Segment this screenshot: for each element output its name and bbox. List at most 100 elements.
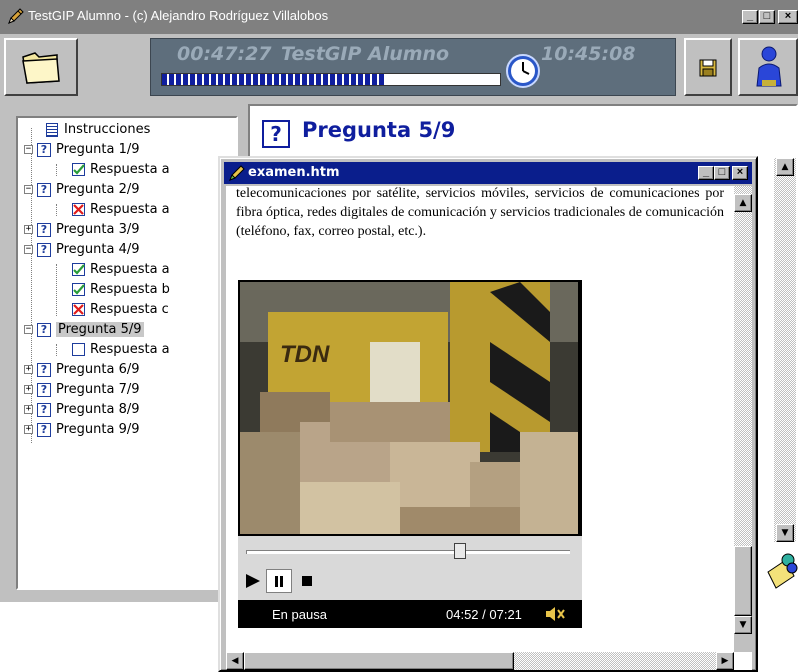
minimize-button[interactable]: _	[742, 10, 758, 24]
tree-item-question[interactable]: −? Pregunta 4/9	[24, 240, 140, 259]
tree-item-label: Pregunta 9/9	[56, 422, 140, 437]
save-button[interactable]	[684, 38, 732, 96]
toolbar: 00:47:27 TestGIP Alumno 10:45:08	[0, 34, 798, 100]
elapsed-time: 00:47:27	[177, 43, 272, 65]
popup-scroll-up-button[interactable]: ▲	[734, 194, 752, 212]
popup-vertical-scrollbar[interactable]: ▲ ▼	[734, 186, 752, 652]
tree-item-answer[interactable]: Respuesta a	[72, 160, 170, 179]
popup-title-bar[interactable]: examen.htm _ □ ×	[224, 162, 752, 184]
tree-item-question[interactable]: +? Pregunta 9/9	[24, 420, 140, 439]
tree-item-question[interactable]: +? Pregunta 7/9	[24, 380, 140, 399]
cross-icon	[72, 203, 85, 216]
tree-item-question[interactable]: +? Pregunta 8/9	[24, 400, 140, 419]
popup-scroll-right-button[interactable]: ▶	[716, 652, 734, 670]
title-bar: TestGIP Alumno - (c) Alejandro Rodríguez…	[0, 0, 798, 34]
collapse-icon[interactable]: −	[24, 145, 33, 154]
tree-item-instructions[interactable]: Instrucciones	[46, 120, 150, 139]
tree-item-label: Pregunta 3/9	[56, 222, 140, 237]
tree-item-question[interactable]: −? Pregunta 1/9	[24, 140, 140, 159]
popup-horizontal-scrollbar[interactable]: ◀ ▶	[226, 652, 734, 670]
expand-icon[interactable]: +	[24, 425, 33, 434]
maximize-button[interactable]: □	[759, 10, 775, 24]
tree-item-answer[interactable]: Respuesta a	[72, 340, 170, 359]
question-mark-icon: ?	[37, 362, 51, 377]
scroll-corner	[734, 634, 752, 652]
tree-item-question[interactable]: +? Pregunta 3/9	[24, 220, 140, 239]
tree-item-label: Respuesta a	[90, 342, 170, 357]
tree-item-answer[interactable]: Respuesta a	[72, 200, 170, 219]
tree-item-label: Pregunta 8/9	[56, 402, 140, 417]
expand-icon[interactable]: +	[24, 365, 33, 374]
tree-item-label: Pregunta 4/9	[56, 242, 140, 257]
tree-item-label: Pregunta 7/9	[56, 382, 140, 397]
pause-button[interactable]	[266, 569, 292, 593]
tree-item-label: Pregunta 6/9	[56, 362, 140, 377]
user-button[interactable]	[738, 38, 798, 96]
collapse-icon[interactable]: −	[24, 185, 33, 194]
collapse-icon[interactable]: −	[24, 245, 33, 254]
tree-item-answer[interactable]: Respuesta b	[72, 280, 170, 299]
collapse-icon[interactable]: −	[24, 325, 33, 334]
tree-item-answer[interactable]: Respuesta c	[72, 300, 169, 319]
tree-item-question[interactable]: −? Pregunta 5/9	[24, 320, 144, 339]
cross-icon	[72, 303, 85, 316]
tutor-help-icon[interactable]	[764, 546, 798, 592]
tree-item-label: Respuesta a	[90, 162, 170, 177]
clock-time: 10:45:08	[541, 43, 636, 65]
popup-close-button[interactable]: ×	[732, 166, 748, 180]
folder-icon	[22, 52, 60, 84]
app-title: TestGIP Alumno - (c) Alejandro Rodríguez…	[28, 8, 329, 23]
video-player: TDN En pausa 04:52 / 07:21	[238, 280, 582, 628]
play-button[interactable]	[246, 574, 260, 588]
expand-icon[interactable]: +	[24, 385, 33, 394]
popup-minimize-button[interactable]: _	[698, 166, 714, 180]
question-mark-icon: ?	[37, 182, 51, 197]
tree-item-question[interactable]: +? Pregunta 6/9	[24, 360, 140, 379]
close-button[interactable]: ×	[778, 10, 798, 24]
check-icon	[72, 163, 85, 176]
speaker-icon[interactable]	[544, 607, 566, 621]
expand-icon[interactable]: +	[24, 225, 33, 234]
exam-popup-window: examen.htm _ □ × telecomunicaciones por …	[218, 156, 758, 672]
content-scrollbar[interactable]: ▲ ▼	[774, 158, 796, 542]
question-text: telecomunicaciones por satélite, servici…	[236, 186, 724, 239]
question-mark-icon: ?	[37, 142, 51, 157]
tree-item-label: Respuesta a	[90, 202, 170, 217]
pencil-logo-icon	[8, 8, 24, 24]
expand-icon[interactable]: +	[24, 405, 33, 414]
popup-maximize-button[interactable]: □	[714, 166, 730, 180]
player-time: 04:52 / 07:21	[446, 607, 522, 622]
video-frame[interactable]: TDN	[240, 282, 578, 534]
pencil-logo-icon	[229, 165, 245, 181]
tree-line	[56, 164, 57, 176]
scroll-up-button[interactable]: ▲	[776, 158, 794, 176]
popup-document: telecomunicaciones por satélite, servici…	[226, 186, 752, 670]
tree-item-answer[interactable]: Respuesta a	[72, 260, 170, 279]
timer-progress-bar	[161, 73, 501, 86]
tree-line	[56, 344, 57, 356]
seek-thumb[interactable]	[453, 543, 466, 559]
question-mark-icon: ?	[37, 322, 51, 337]
scroll-down-button[interactable]: ▼	[776, 524, 794, 542]
stop-button[interactable]	[302, 576, 312, 586]
popup-vscroll-thumb[interactable]	[734, 546, 752, 616]
open-folder-button[interactable]	[4, 38, 78, 96]
seek-bar[interactable]	[246, 550, 570, 554]
question-mark-icon: ?	[37, 422, 51, 437]
document-icon	[46, 122, 58, 137]
user-icon	[756, 46, 782, 87]
tree-item-question[interactable]: −? Pregunta 2/9	[24, 180, 140, 199]
tree-item-label: Respuesta c	[90, 302, 169, 317]
popup-scroll-down-button[interactable]: ▼	[734, 616, 752, 634]
tree-line	[56, 264, 57, 316]
timer-panel: 00:47:27 TestGIP Alumno 10:45:08	[150, 38, 676, 96]
video-image: TDN	[240, 282, 578, 534]
clock-icon	[506, 54, 540, 88]
tree-item-label: Pregunta 1/9	[56, 142, 140, 157]
question-mark-icon: ?	[37, 242, 51, 257]
popup-hscroll-thumb[interactable]	[244, 652, 514, 670]
player-status: En pausa	[272, 607, 327, 622]
empty-checkbox-icon	[72, 343, 85, 356]
question-mark-icon: ?	[262, 120, 290, 148]
popup-scroll-left-button[interactable]: ◀	[226, 652, 244, 670]
